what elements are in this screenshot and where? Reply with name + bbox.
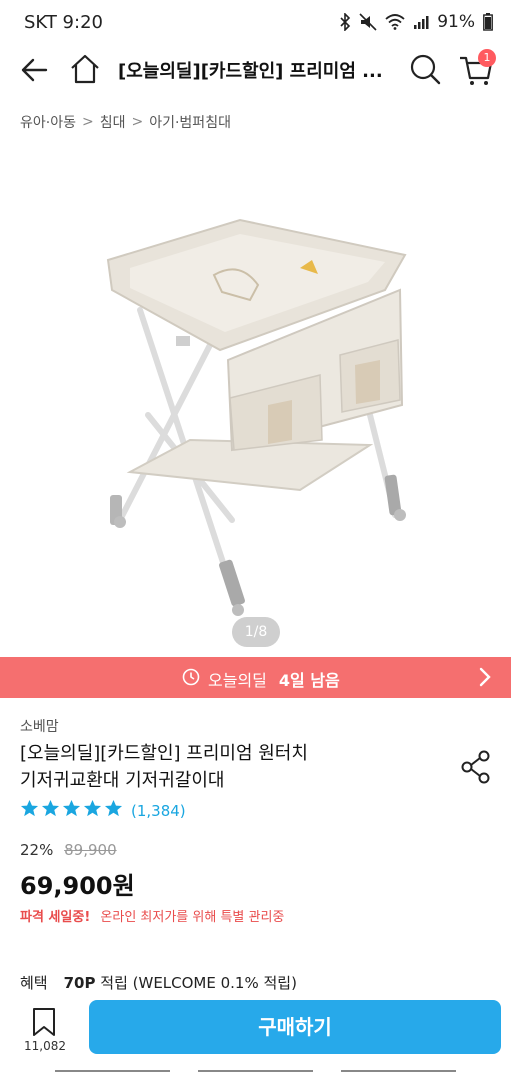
- status-bar: SKT 9:20 91%: [0, 0, 511, 46]
- system-nav-bar: [0, 1066, 511, 1080]
- home-icon[interactable]: [68, 52, 102, 86]
- bluetooth-icon: [339, 13, 351, 31]
- top-app-bar: [오늘의딜][카드할인] 프리미엄 ... 1: [0, 46, 511, 92]
- wishlist-button[interactable]: 11,082: [20, 1003, 68, 1059]
- share-icon[interactable]: [460, 750, 492, 784]
- nav-back-handle[interactable]: [341, 1070, 456, 1072]
- search-icon[interactable]: [408, 52, 442, 86]
- breadcrumb-item[interactable]: 아기·범퍼침대: [149, 112, 231, 132]
- status-time: SKT 9:20: [24, 12, 103, 33]
- star-icon: [41, 799, 60, 822]
- battery-icon: [483, 13, 493, 31]
- bottom-purchase-bar: 11,082 구매하기: [0, 995, 511, 1065]
- status-icons: 91%: [339, 12, 493, 32]
- product-image[interactable]: [0, 150, 511, 655]
- chevron-right-icon: >: [131, 114, 144, 130]
- signal-icon: [413, 14, 429, 30]
- nav-home-handle[interactable]: [198, 1070, 313, 1072]
- star-icon: [20, 799, 39, 822]
- benefit-points: 70P: [63, 974, 96, 992]
- discount-rate: 22%: [20, 841, 54, 859]
- sale-notice: 파격 세일중! 온라인 최저가를 위해 특별 관리중: [20, 906, 284, 925]
- original-price: 89,900: [64, 841, 117, 859]
- mute-icon: [359, 13, 377, 31]
- benefit-detail: 70P 적립 (WELCOME 0.1% 적립): [64, 972, 297, 993]
- back-arrow-icon[interactable]: [18, 54, 50, 86]
- benefit-text: 적립 (WELCOME 0.1% 적립): [100, 974, 297, 992]
- rating[interactable]: (1,384): [20, 799, 186, 822]
- star-icon: [83, 799, 102, 822]
- price-discount: 22% 89,900: [20, 841, 117, 859]
- breadcrumb-item[interactable]: 침대: [100, 112, 126, 132]
- sale-price: 69,900원: [20, 872, 135, 900]
- deal-days-left: 4일 남음: [278, 671, 340, 690]
- star-icon: [104, 799, 123, 822]
- review-count[interactable]: (1,384): [131, 802, 186, 820]
- product-name-line1: [오늘의딜][카드할인] 프리미엄 원터치: [20, 743, 308, 764]
- clock-icon: [182, 668, 200, 690]
- deal-banner[interactable]: 오늘의딜 4일 남음: [0, 657, 511, 698]
- product-name-line2: 기저귀교환대 기저귀갈이대: [20, 770, 225, 791]
- battery-percent: 91%: [437, 12, 475, 32]
- buy-button[interactable]: 구매하기: [89, 1000, 501, 1054]
- benefit-row: 혜택 70P 적립 (WELCOME 0.1% 적립): [20, 972, 297, 993]
- chevron-right-icon: >: [81, 114, 94, 130]
- wishlist-count: 11,082: [24, 1039, 66, 1053]
- page-title: [오늘의딜][카드할인] 프리미엄 ...: [118, 61, 383, 82]
- sale-description: 온라인 최저가를 위해 특별 관리중: [100, 910, 285, 925]
- star-icon: [62, 799, 81, 822]
- chevron-right-icon: [479, 667, 491, 691]
- sale-hot-label: 파격 세일중!: [20, 910, 91, 925]
- cart-count-badge: 1: [478, 49, 496, 67]
- brand-name[interactable]: 소베맘: [20, 716, 59, 736]
- breadcrumb: 유아·아동 > 침대 > 아기·범퍼침대: [20, 112, 231, 132]
- wifi-icon: [385, 14, 405, 30]
- benefit-label: 혜택: [20, 974, 48, 992]
- bookmark-icon: [31, 1007, 57, 1041]
- nav-recent-handle[interactable]: [55, 1070, 170, 1072]
- image-counter: 1/8: [232, 617, 280, 647]
- breadcrumb-item[interactable]: 유아·아동: [20, 112, 76, 132]
- deal-label: 오늘의딜: [208, 671, 267, 690]
- product-name: [오늘의딜][카드할인] 프리미엄 원터치 기저귀교환대 기저귀갈이대: [20, 740, 440, 794]
